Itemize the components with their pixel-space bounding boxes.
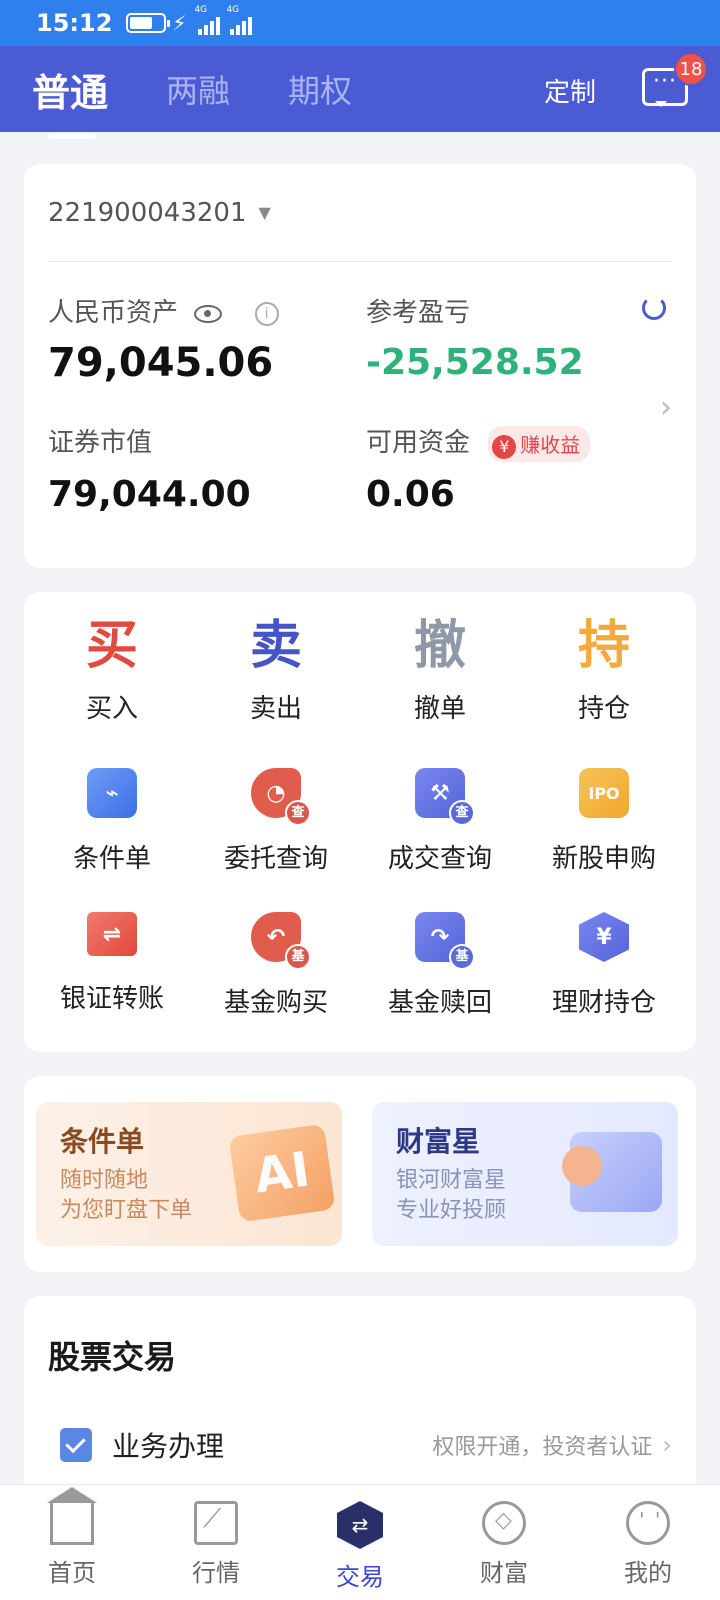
signal-icon: 4G xyxy=(194,5,221,35)
condition-order-button[interactable]: ⌁ 条件单 xyxy=(28,768,196,875)
chevron-down-icon: ▼ xyxy=(258,203,271,222)
condition-order-icon: ⌁ xyxy=(87,768,137,818)
fund-buy-icon: ↶ 基 xyxy=(251,912,311,970)
order-query-button[interactable]: ◔ 查 委托查询 xyxy=(192,768,360,875)
nav-trade[interactable]: ⇄ 交易 xyxy=(288,1485,432,1600)
chevron-right-icon[interactable]: › xyxy=(660,390,672,425)
wealth-icon xyxy=(482,1501,526,1545)
securities-label: 证券市值 xyxy=(48,428,153,458)
buy-icon: 买 xyxy=(85,616,138,676)
available-label: 可用资金 ¥ 赚收益 xyxy=(366,422,591,462)
trade-icon: ⇄ xyxy=(337,1501,383,1549)
available-value: 0.06 xyxy=(366,474,455,515)
bank-transfer-button[interactable]: ⇌ 银证转账 xyxy=(28,912,196,1015)
refresh-icon[interactable] xyxy=(642,296,666,320)
pnl-label: 参考盈亏 xyxy=(366,298,471,328)
tab-normal[interactable]: 普通 xyxy=(32,62,108,139)
fund-redeem-button[interactable]: ↷ 基 基金赎回 xyxy=(356,912,524,1019)
pnl-value: -25,528.52 xyxy=(366,342,584,383)
nav-wealth[interactable]: 财富 xyxy=(432,1485,576,1600)
fund-redeem-icon: ↷ 基 xyxy=(415,912,475,970)
deal-query-icon: ⚒ 查 xyxy=(415,768,475,826)
fund-buy-button[interactable]: ↶ 基 基金购买 xyxy=(192,912,360,1019)
deal-query-button[interactable]: ⚒ 查 成交查询 xyxy=(356,768,524,875)
chevron-right-icon: › xyxy=(662,1431,672,1459)
customize-button[interactable]: 定制 xyxy=(544,72,596,109)
tab-options[interactable]: 期权 xyxy=(288,66,352,112)
ipo-icon: IPO xyxy=(579,768,629,818)
chart-icon xyxy=(194,1501,238,1545)
nav-market[interactable]: 行情 xyxy=(144,1485,288,1600)
wealth-holding-button[interactable]: ¥ 理财持仓 xyxy=(520,912,688,1019)
cancel-order-button[interactable]: 撤 撤单 xyxy=(356,614,524,725)
info-icon[interactable]: i xyxy=(254,301,279,326)
account-selector[interactable]: 221900043201 ▼ xyxy=(48,164,672,262)
sell-icon: 卖 xyxy=(249,616,302,676)
top-tab-bar: 普通 两融 期权 定制 18 xyxy=(0,46,720,139)
clock: 15:12 xyxy=(36,9,113,37)
account-card: 221900043201 ▼ 人民币资产 i 79,045.06 参考盈亏 -2… xyxy=(24,164,696,568)
section-title: 股票交易 xyxy=(48,1338,177,1376)
buy-button[interactable]: 买 买入 xyxy=(28,614,196,725)
status-bar: 15:12 ⚡ 4G 4G xyxy=(0,0,720,46)
order-query-icon: ◔ 查 xyxy=(251,768,311,826)
wealth-holding-icon: ¥ xyxy=(579,912,629,962)
condition-order-banner[interactable]: 条件单 随时随地 为您盯盘下单 AI xyxy=(36,1102,342,1246)
message-badge: 18 xyxy=(674,52,708,86)
holdings-icon: 持 xyxy=(577,616,630,676)
home-icon xyxy=(47,1487,97,1545)
rmb-assets-label: 人民币资产 i xyxy=(48,292,279,329)
profile-icon xyxy=(626,1501,670,1545)
ipo-button[interactable]: IPO 新股申购 xyxy=(520,768,688,875)
wealth-star-banner[interactable]: 财富星 银河财富星 专业好投顾 xyxy=(372,1102,678,1246)
ai-illustration-icon: AI xyxy=(228,1123,336,1223)
battery-icon xyxy=(126,13,171,33)
eye-icon[interactable] xyxy=(194,304,223,323)
securities-value: 79,044.00 xyxy=(48,474,251,515)
rmb-assets-value: 79,045.06 xyxy=(48,340,274,386)
stock-trading-section: 股票交易 业务办理 权限开通，投资者认证 › xyxy=(24,1296,696,1496)
nav-home[interactable]: 首页 xyxy=(0,1485,144,1600)
business-handling-row[interactable]: 业务办理 权限开通，投资者认证 › xyxy=(60,1424,672,1466)
holdings-button[interactable]: 持 持仓 xyxy=(520,614,688,725)
checklist-icon xyxy=(60,1428,92,1462)
tab-margin[interactable]: 两融 xyxy=(166,66,230,112)
action-grid: 买 买入 卖 卖出 撤 撤单 持 持仓 ⌁ 条件单 ◔ 查 委托查询 ⚒ 查 成交查… xyxy=(24,592,696,1052)
signal-icon-2: 4G xyxy=(226,5,253,35)
promo-banners: 条件单 随时随地 为您盯盘下单 AI 财富星 银河财富星 专业好投顾 xyxy=(24,1076,696,1272)
bank-transfer-icon: ⇌ xyxy=(87,912,137,956)
yen-icon: ¥ xyxy=(492,434,517,459)
earn-tag[interactable]: ¥ 赚收益 xyxy=(488,425,591,462)
sell-button[interactable]: 卖 卖出 xyxy=(192,614,360,725)
cancel-icon: 撤 xyxy=(413,616,466,676)
advisor-illustration-icon xyxy=(562,1132,662,1212)
charging-icon: ⚡ xyxy=(172,11,187,35)
account-id: 221900043201 xyxy=(48,197,247,228)
bottom-nav: 首页 行情 ⇄ 交易 财富 我的 xyxy=(0,1484,720,1600)
nav-me[interactable]: 我的 xyxy=(576,1485,720,1600)
